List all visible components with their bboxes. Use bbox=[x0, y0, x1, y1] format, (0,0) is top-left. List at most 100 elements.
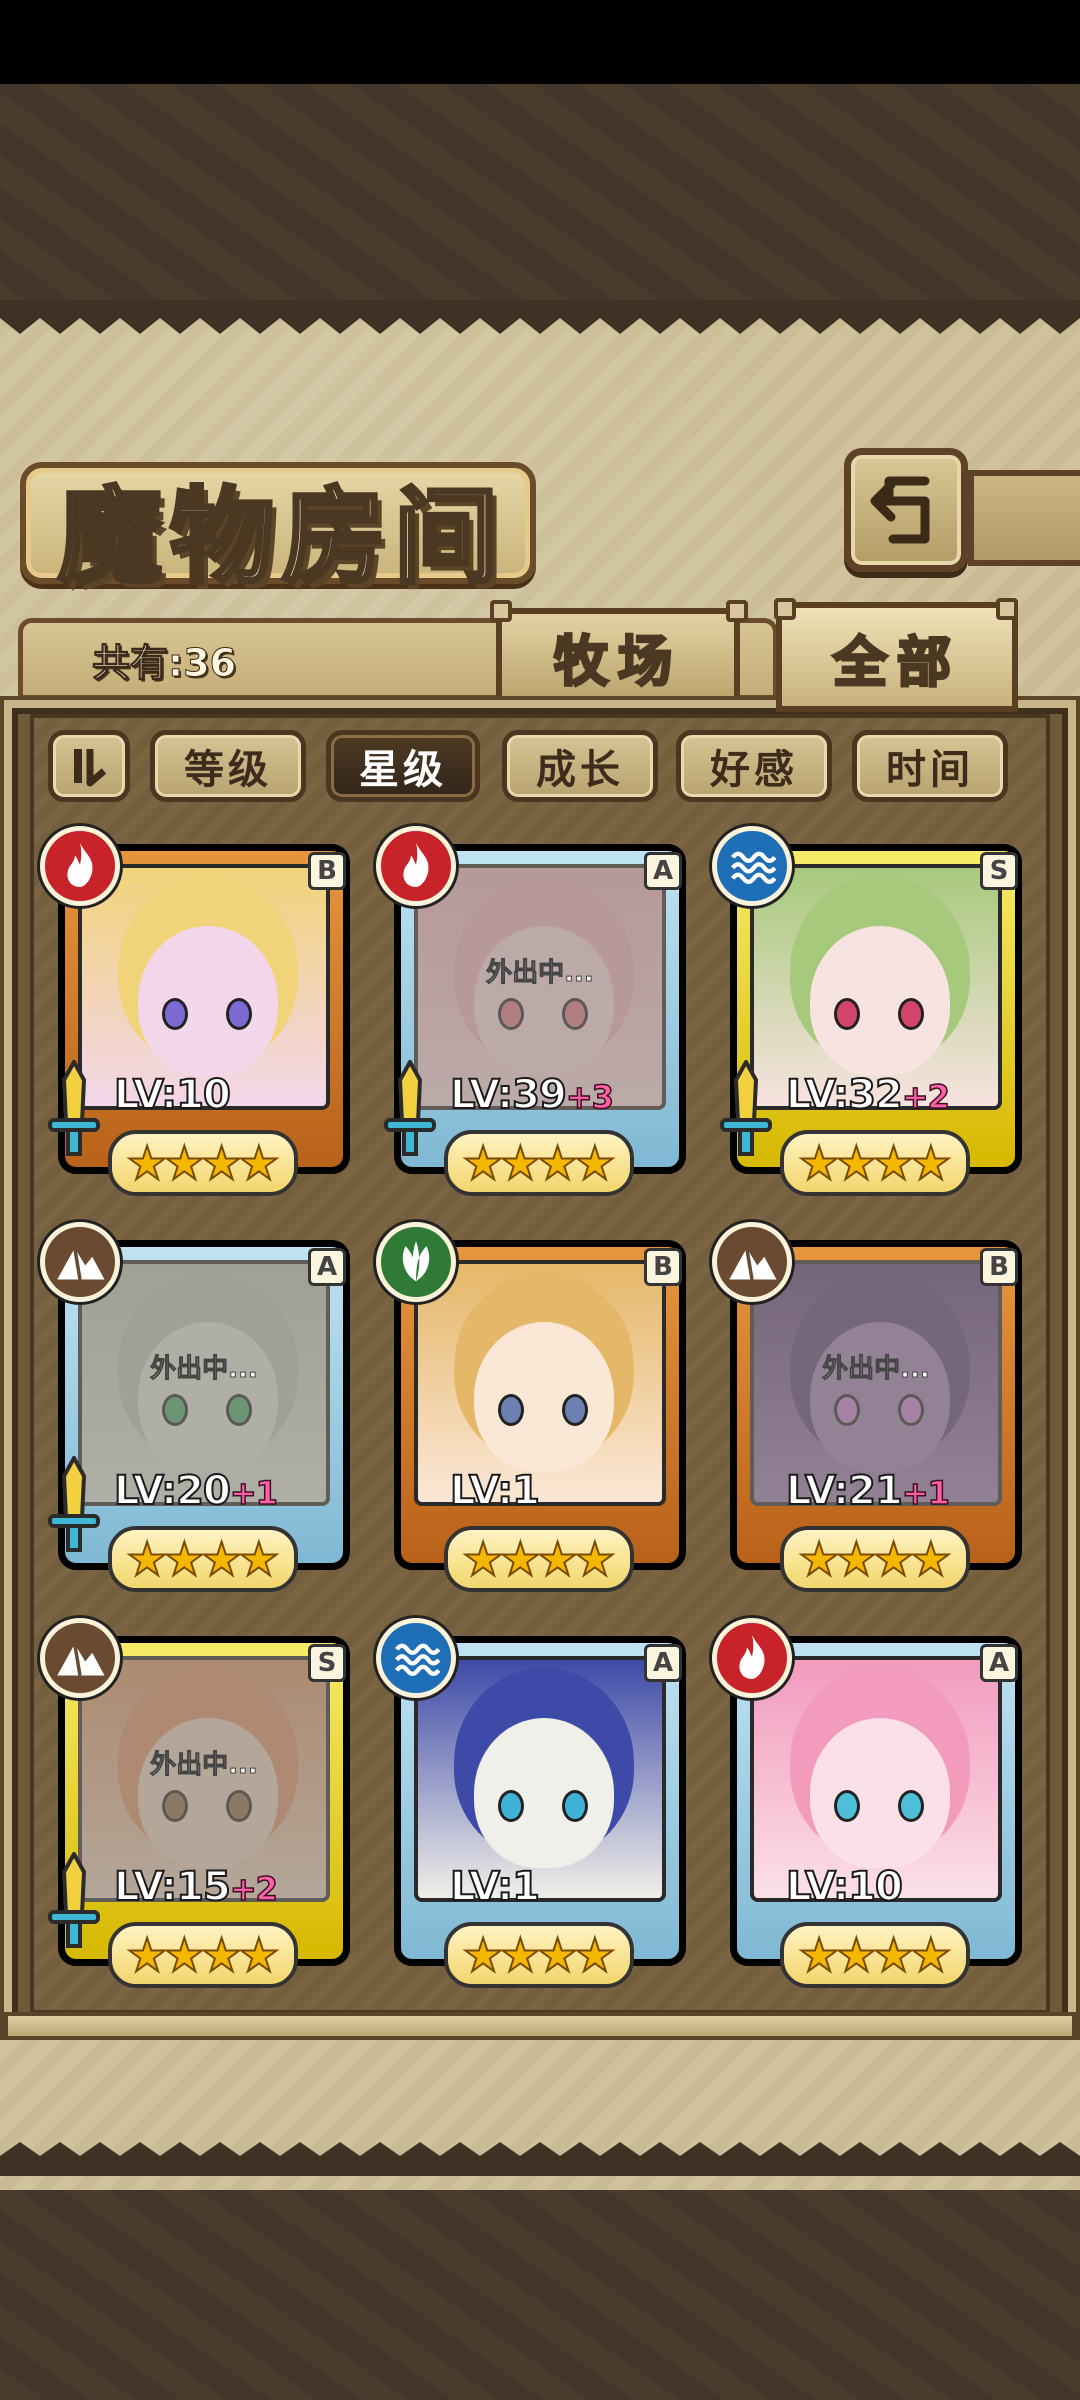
sword-icon bbox=[48, 1057, 100, 1156]
sort-growth-button[interactable]: 成长 bbox=[502, 730, 658, 802]
earth-icon bbox=[729, 1247, 777, 1280]
status-bar bbox=[0, 0, 1080, 84]
tab-pin bbox=[996, 598, 1018, 620]
sword-icon bbox=[48, 1453, 100, 1552]
monster-card[interactable]: 外出中... A LV:39+3 ★ ★ ★ ★ bbox=[376, 826, 700, 1208]
sort-star-button[interactable]: 星级 bbox=[326, 730, 480, 802]
star-rating: ★ ★ ★ ★ bbox=[780, 1130, 970, 1196]
element-badge bbox=[376, 826, 456, 906]
star-icon: ★ bbox=[872, 1928, 915, 1982]
panel-bottom-rail bbox=[4, 2012, 1076, 2040]
rank-badge: A bbox=[644, 1644, 682, 1682]
background-bottom bbox=[0, 2180, 1080, 2400]
level-label: LV:10 bbox=[113, 1071, 232, 1119]
star-icon: ★ bbox=[909, 1928, 952, 1982]
star-rating: ★ ★ ★ ★ bbox=[108, 1526, 298, 1592]
element-badge bbox=[40, 1618, 120, 1698]
back-arrow-icon bbox=[870, 476, 930, 544]
rank-badge: A bbox=[308, 1248, 346, 1286]
weapon-badge bbox=[382, 1057, 438, 1160]
monster-card[interactable]: 外出中... S LV:15+2 ★ ★ ★ ★ bbox=[40, 1618, 364, 2000]
level-value: LV:1 bbox=[449, 1467, 541, 1515]
star-icon: ★ bbox=[573, 1928, 616, 1982]
monster-card[interactable]: 外出中... B LV:21+1 ★ ★ ★ ★ bbox=[712, 1222, 1036, 1604]
monster-card[interactable]: A LV:1 ★ ★ ★ ★ bbox=[376, 1618, 700, 2000]
star-icon: ★ bbox=[237, 1532, 280, 1586]
rank-badge: A bbox=[980, 1644, 1018, 1682]
element-badge bbox=[712, 1618, 792, 1698]
element-badge bbox=[376, 1222, 456, 1302]
star-icon: ★ bbox=[499, 1928, 542, 1982]
element-badge bbox=[712, 826, 792, 906]
rank-badge: B bbox=[980, 1248, 1018, 1286]
level-value: LV:20 bbox=[113, 1467, 232, 1515]
star-icon: ★ bbox=[200, 1532, 243, 1586]
star-icon: ★ bbox=[536, 1136, 579, 1190]
level-label: LV:32+2 bbox=[785, 1071, 951, 1119]
fire-icon bbox=[67, 843, 93, 887]
monster-card[interactable]: S LV:32+2 ★ ★ ★ ★ bbox=[712, 826, 1036, 1208]
sword-icon bbox=[48, 1849, 100, 1948]
torn-edge-bottom bbox=[0, 2142, 1080, 2176]
page-title: 魔物房间 bbox=[56, 474, 507, 600]
sort-affection-button[interactable]: 好感 bbox=[676, 730, 832, 802]
monster-eye bbox=[562, 1790, 588, 1822]
level-label: LV:1 bbox=[449, 1467, 541, 1515]
monster-card[interactable]: B LV:10 ★ ★ ★ ★ bbox=[40, 826, 364, 1208]
monster-eye bbox=[834, 1790, 860, 1822]
level-label: LV:39+3 bbox=[449, 1071, 615, 1119]
level-label: LV:21+1 bbox=[785, 1467, 951, 1515]
torn-edge-top bbox=[0, 300, 1080, 334]
away-status: 外出中... bbox=[486, 958, 595, 989]
back-button-bar bbox=[968, 470, 1080, 566]
sort-order-toggle[interactable] bbox=[48, 730, 130, 802]
star-icon: ★ bbox=[536, 1928, 579, 1982]
sort-time-button[interactable]: 时间 bbox=[852, 730, 1008, 802]
level-label: LV:10 bbox=[785, 1863, 904, 1911]
tab-all[interactable]: 全部 bbox=[776, 602, 1018, 712]
star-icon: ★ bbox=[835, 1928, 878, 1982]
star-icon: ★ bbox=[872, 1532, 915, 1586]
level-value: LV:32 bbox=[785, 1071, 904, 1119]
star-icon: ★ bbox=[461, 1928, 504, 1982]
monster-eye bbox=[226, 998, 252, 1030]
monster-eye bbox=[498, 1394, 524, 1426]
level-value: LV:10 bbox=[785, 1863, 904, 1911]
back-button[interactable] bbox=[844, 448, 968, 572]
level-value: LV:15 bbox=[113, 1863, 232, 1911]
level-label: LV:1 bbox=[449, 1863, 541, 1911]
fire-icon bbox=[403, 843, 429, 887]
monster-card[interactable]: B LV:1 ★ ★ ★ ★ bbox=[376, 1222, 700, 1604]
weapon-badge bbox=[46, 1057, 102, 1160]
star-icon: ★ bbox=[237, 1136, 280, 1190]
monster-face bbox=[474, 1718, 614, 1868]
level-bonus: +2 bbox=[229, 1869, 279, 1909]
star-icon: ★ bbox=[461, 1532, 504, 1586]
sort-level-button[interactable]: 等级 bbox=[150, 730, 306, 802]
star-icon: ★ bbox=[200, 1136, 243, 1190]
monster-card[interactable]: A LV:10 ★ ★ ★ ★ bbox=[712, 1618, 1036, 2000]
star-rating: ★ ★ ★ ★ bbox=[108, 1922, 298, 1988]
star-icon: ★ bbox=[461, 1136, 504, 1190]
star-icon: ★ bbox=[797, 1928, 840, 1982]
tab-ranch[interactable]: 牧场 bbox=[496, 608, 740, 704]
star-icon: ★ bbox=[909, 1136, 952, 1190]
star-icon: ★ bbox=[163, 1532, 206, 1586]
water-icon bbox=[731, 851, 777, 884]
level-label: LV:15+2 bbox=[113, 1863, 279, 1911]
star-rating: ★ ★ ★ ★ bbox=[444, 1130, 634, 1196]
element-badge bbox=[40, 1222, 120, 1302]
level-bonus: +1 bbox=[229, 1473, 279, 1513]
level-bonus: +3 bbox=[565, 1077, 615, 1117]
fire-icon bbox=[739, 1635, 765, 1679]
tab-pin bbox=[726, 600, 748, 622]
earth-icon bbox=[57, 1643, 105, 1676]
level-value: LV:1 bbox=[449, 1863, 541, 1911]
star-icon: ★ bbox=[125, 1532, 168, 1586]
rank-badge: S bbox=[308, 1644, 346, 1682]
away-status: 外出中... bbox=[150, 1354, 259, 1385]
away-status: 外出中... bbox=[150, 1750, 259, 1781]
monster-card[interactable]: 外出中... A LV:20+1 ★ ★ ★ ★ bbox=[40, 1222, 364, 1604]
leaf-icon bbox=[402, 1241, 430, 1282]
monster-face bbox=[810, 926, 950, 1076]
